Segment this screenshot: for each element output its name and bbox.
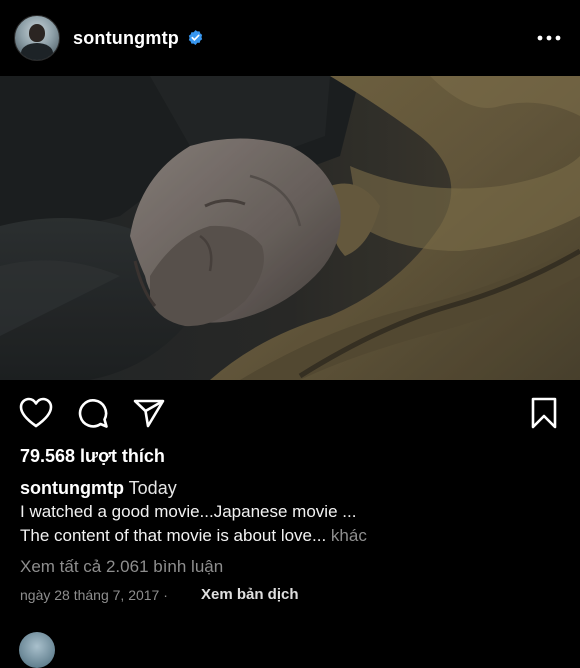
view-all-comments-link[interactable]: Xem tất cả 2.061 bình luận [20, 557, 223, 577]
post-header: sontungmtp [0, 0, 580, 76]
heart-icon[interactable] [19, 397, 53, 429]
username[interactable]: sontungmtp [73, 28, 179, 49]
caption-text: The content of that movie is about love.… [20, 526, 327, 545]
comment-icon[interactable] [77, 397, 109, 429]
post-date: ngày 28 tháng 7, 2017 [20, 587, 160, 603]
share-icon[interactable] [133, 398, 165, 428]
caption-text-line-1: I watched a good movie...Japanese movie … [20, 502, 357, 521]
user-avatar[interactable] [14, 15, 60, 61]
next-post-avatar[interactable] [19, 632, 55, 668]
post-meta: ngày 28 tháng 7, 2017 · [20, 587, 168, 603]
see-translation-link[interactable]: Xem bản dịch [201, 586, 299, 603]
more-horizontal-icon[interactable] [536, 28, 562, 48]
meta-separator: · [163, 587, 168, 603]
bookmark-icon[interactable] [530, 397, 558, 429]
caption-text-line-2: The content of that movie is about love.… [20, 526, 367, 546]
likes-count[interactable]: 79.568 lượt thích [20, 446, 165, 467]
caption-more-link[interactable]: khác [331, 526, 367, 545]
caption-username[interactable]: sontungmtp [20, 478, 124, 498]
post-image[interactable] [0, 76, 580, 380]
caption-time: Today [128, 478, 177, 498]
caption-header: sontungmtp Today [20, 478, 177, 499]
verified-badge-icon [188, 30, 203, 45]
